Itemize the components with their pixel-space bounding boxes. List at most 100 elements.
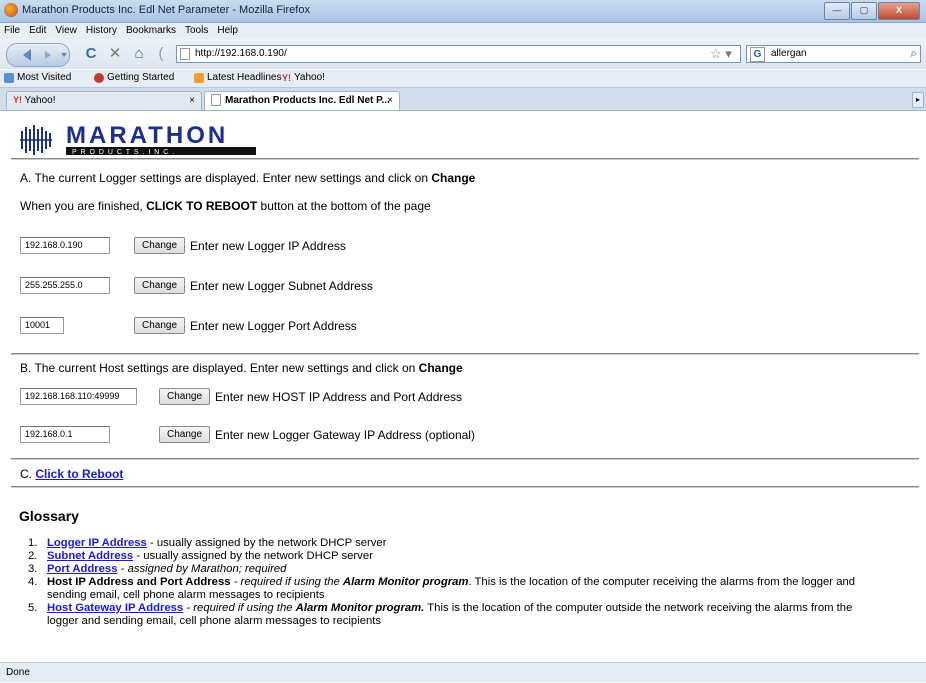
most-visited-icon (4, 72, 14, 83)
item-desc-continued: sending email, cell phone alarm messages… (47, 589, 325, 601)
search-icon[interactable]: ⌕ (910, 46, 917, 61)
divider (11, 158, 919, 160)
list-all-tabs-button[interactable]: ▸ (912, 92, 924, 108)
bookmark-label: Getting Started (107, 72, 175, 83)
tab-yahoo[interactable]: Y! Yahoo! × (6, 91, 202, 110)
section-b-text: B. The current Host settings are display… (20, 361, 419, 375)
logger-port-input[interactable]: 10001 (20, 317, 64, 334)
menu-view[interactable]: View (55, 23, 77, 39)
search-box[interactable]: G allergan ⌕ (746, 45, 921, 63)
item-number: 4. (28, 576, 38, 588)
change-logger-port-button[interactable]: Change (134, 317, 186, 334)
logo-sub: P R O D U C T S . I N C . (72, 149, 175, 156)
glossary-item: 5. Host Gateway IP Address - required if … (28, 602, 918, 628)
tab-marathon[interactable]: Marathon Products Inc. Edl Net P... × (204, 91, 400, 110)
url-text[interactable]: http://192.168.0.190/ (195, 48, 287, 59)
gateway-ip-row: 192.168.0.1 Change Enter new Logger Gate… (20, 426, 475, 443)
yahoo-icon: Y! (282, 72, 291, 83)
page-icon (211, 94, 221, 107)
logger-subnet-input[interactable]: 255.255.255.0 (20, 277, 110, 294)
marathon-logo: MARATHON P R O D U C T S . I N C . (20, 121, 280, 160)
change-gateway-ip-button[interactable]: Change (159, 426, 211, 443)
section-a-intro: A. The current Logger settings are displ… (20, 171, 475, 185)
alarm-monitor-emphasis: Alarm Monitor program. (295, 602, 425, 614)
logo-mark (20, 125, 52, 155)
bookmark-label: Most Visited (17, 72, 72, 83)
host-ip-port-input[interactable]: 192.168.168.110:49999 (20, 388, 137, 405)
item-number: 3. (28, 563, 38, 575)
close-tab-icon[interactable]: × (387, 92, 393, 109)
logger-ip-row: 192.168.0.190 Change Enter new Logger IP… (20, 237, 346, 254)
minimize-button[interactable]: — (824, 2, 850, 20)
logger-ip-input[interactable]: 192.168.0.190 (20, 237, 110, 254)
bookmark-getting-started[interactable]: Getting Started (94, 72, 174, 83)
bookmarks-toolbar: Most Visited Getting Started Latest Head… (0, 70, 926, 88)
change-host-ip-button[interactable]: Change (159, 388, 211, 405)
stop-icon[interactable]: ✕ (106, 43, 124, 65)
item-number: 2. (28, 550, 38, 562)
close-tab-icon[interactable]: × (189, 92, 195, 109)
window-titlebar: Marathon Products Inc. Edl Net Parameter… (0, 0, 926, 23)
search-query[interactable]: allergan (771, 48, 807, 59)
tab-label: Marathon Products Inc. Edl Net P... (225, 95, 390, 106)
bookmark-star-icon[interactable]: ☆ ▾ (710, 46, 732, 62)
bookmark-most-visited[interactable]: Most Visited (4, 72, 71, 83)
gateway-ip-input[interactable]: 192.168.0.1 (20, 426, 110, 443)
reboot-link[interactable]: Click to Reboot (35, 467, 123, 481)
change-logger-ip-button[interactable]: Change (134, 237, 186, 254)
logger-ip-label: Enter new Logger IP Address (190, 238, 346, 253)
alarm-monitor-emphasis: Alarm Monitor program (342, 576, 469, 588)
glossary-item: 2. Subnet Address - usually assigned by t… (28, 550, 918, 563)
menu-file[interactable]: File (4, 23, 20, 39)
divider (11, 353, 919, 355)
status-bar: Done (0, 662, 926, 682)
maximize-button[interactable]: ▢ (851, 2, 877, 20)
item-desc-italic: - required if using the (230, 576, 343, 588)
menu-bookmarks[interactable]: Bookmarks (126, 23, 176, 39)
glossary-title: Glossary (19, 508, 79, 524)
menu-tools[interactable]: Tools (185, 23, 208, 39)
back-forward-buttons[interactable] (6, 43, 70, 67)
tab-label: Yahoo! (24, 95, 56, 106)
item-desc: - assigned by Marathon; required (117, 563, 287, 575)
firefox-icon (4, 3, 18, 17)
item-desc-italic: - required if using the (183, 602, 296, 614)
bookmark-yahoo[interactable]: Y! Yahoo! (282, 72, 325, 83)
item-desc: - usually assigned by the network DHCP s… (146, 537, 387, 549)
logger-port-row: 10001 Change Enter new Logger Port Addre… (20, 317, 357, 334)
page-content: MARATHON P R O D U C T S . I N C . A. Th… (0, 111, 926, 662)
home-icon[interactable]: ⌂ (130, 43, 148, 65)
glossary-item: 3. Port Address - assigned by Marathon; r… (28, 563, 918, 576)
menu-bar: File Edit View History Bookmarks Tools H… (0, 23, 926, 39)
getting-started-icon (94, 72, 104, 83)
menu-edit[interactable]: Edit (29, 23, 46, 39)
item-desc: This is the location of the computer out… (424, 602, 853, 614)
divider (11, 486, 919, 488)
host-gateway-link[interactable]: Host Gateway IP Address (47, 602, 183, 614)
subnet-address-link[interactable]: Subnet Address (47, 550, 133, 562)
search-engine-icon[interactable]: G (750, 47, 765, 62)
menu-help[interactable]: Help (217, 23, 238, 39)
port-address-link[interactable]: Port Address (47, 563, 118, 575)
page-info-icon[interactable]: ( (152, 43, 170, 65)
logger-subnet-row: 255.255.255.0 Change Enter new Logger Su… (20, 277, 373, 294)
section-a-note: When you are finished, CLICK TO REBOOT b… (20, 199, 431, 213)
back-icon[interactable] (7, 44, 69, 66)
url-bar[interactable]: http://192.168.0.190/ (176, 45, 741, 63)
item-number: 5. (28, 602, 38, 614)
host-ip-label: Enter new HOST IP Address and Port Addre… (215, 389, 463, 404)
item-term: Host IP Address and Port Address (47, 576, 231, 588)
bookmark-label: Latest Headlines (207, 72, 282, 83)
bookmark-latest-headlines[interactable]: Latest Headlines (194, 72, 282, 83)
reload-icon[interactable]: C (82, 43, 100, 65)
item-desc: - usually assigned by the network DHCP s… (133, 550, 373, 562)
close-window-button[interactable]: X (878, 2, 920, 20)
glossary-item: 1. Logger IP Address - usually assigned b… (28, 537, 918, 550)
item-desc: . This is the location of the computer r… (468, 576, 856, 588)
menu-history[interactable]: History (86, 23, 117, 39)
logger-ip-link[interactable]: Logger IP Address (47, 537, 147, 549)
change-logger-subnet-button[interactable]: Change (134, 277, 186, 294)
logger-subnet-label: Enter new Logger Subnet Address (190, 278, 373, 293)
gateway-ip-label: Enter new Logger Gateway IP Address (opt… (215, 427, 475, 442)
tab-bar: Y! Yahoo! × Marathon Products Inc. Edl N… (0, 88, 926, 111)
